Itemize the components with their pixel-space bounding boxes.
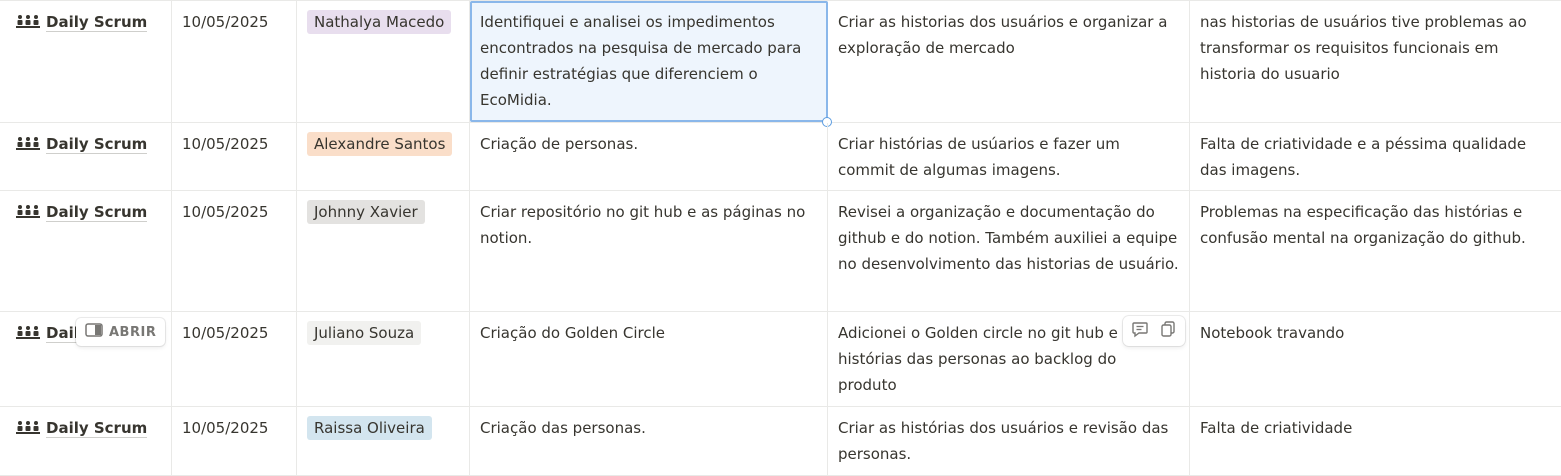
person-cell[interactable]: Nathalya Macedo [297,1,470,122]
person-cell[interactable]: Alexandre Santos [297,123,470,190]
will-do-cell[interactable]: Criar as historias dos usuários e organi… [828,1,1190,122]
did-cell[interactable]: Criar repositório no git hub e as página… [470,191,828,311]
date-cell[interactable]: 10/05/2025 [172,312,297,406]
open-button-label: ABRIR [109,324,157,340]
title-cell[interactable]: Daily Scrum [0,123,172,190]
side-peek-icon [85,323,103,341]
blockers-cell[interactable]: Notebook travando [1190,312,1561,406]
did-cell[interactable]: Criação do Golden Circle [470,312,828,406]
date-cell[interactable]: 10/05/2025 [172,123,297,190]
will-do-cell[interactable]: Criar as histórias dos usuários e revisã… [828,407,1190,475]
meeting-people-icon [16,9,40,35]
cell-hover-toolbar [1123,316,1185,346]
person-tag: Alexandre Santos [307,132,453,156]
meeting-people-icon [16,131,40,157]
row-title[interactable]: Dail [46,320,79,346]
date-cell[interactable]: 10/05/2025 [172,1,297,122]
meeting-people-icon [16,199,40,225]
row-title[interactable]: Daily Scrum [46,9,147,35]
copy-icon[interactable] [1159,320,1177,342]
blockers-cell[interactable]: Falta de criatividade [1190,407,1561,475]
daily-scrum-table: Daily Scrum 10/05/2025 Nathalya Macedo I… [0,0,1561,476]
blockers-cell[interactable]: Problemas na especificação das histórias… [1190,191,1561,311]
blockers-cell[interactable]: nas historias de usuários tive problemas… [1190,1,1561,122]
blockers-cell[interactable]: Falta de criatividade e a péssima qualid… [1190,123,1561,190]
table-row[interactable]: Daily Scrum 10/05/2025 Alexandre Santos … [0,123,1561,191]
person-cell[interactable]: Raissa Oliveira [297,407,470,475]
person-cell[interactable]: Juliano Souza [297,312,470,406]
comment-icon[interactable] [1131,320,1149,342]
row-title[interactable]: Daily Scrum [46,415,147,441]
title-cell[interactable]: Daily Scrum [0,407,172,475]
did-text: Identifiquei e analisei os impedimentos … [480,13,802,109]
table-row[interactable]: Daily Scrum 10/05/2025 Johnny Xavier Cri… [0,191,1561,312]
table-row[interactable]: Dail 10/05/2025 Juliano Souza Criação do… [0,312,1561,407]
date-cell[interactable]: 10/05/2025 [172,407,297,475]
did-cell[interactable]: Criação das personas. [470,407,828,475]
will-do-cell[interactable]: Revisei a organização e documentação do … [828,191,1190,311]
date-cell[interactable]: 10/05/2025 [172,191,297,311]
person-cell[interactable]: Johnny Xavier [297,191,470,311]
title-cell[interactable]: Daily Scrum [0,191,172,311]
row-title[interactable]: Daily Scrum [46,199,147,225]
open-button[interactable]: ABRIR [76,318,166,346]
title-cell[interactable]: Daily Scrum [0,1,172,122]
person-tag: Raissa Oliveira [307,416,432,440]
did-cell-selected[interactable]: Identifiquei e analisei os impedimentos … [470,1,832,127]
person-tag: Nathalya Macedo [307,10,452,34]
will-do-cell[interactable]: Criar histórias de usúarios e fazer um c… [828,123,1190,190]
person-tag: Johnny Xavier [307,200,425,224]
meeting-people-icon [16,415,40,441]
table-row[interactable]: Daily Scrum 10/05/2025 Raissa Oliveira C… [0,407,1561,476]
meeting-people-icon [16,320,40,346]
did-cell[interactable]: Criação de personas. [470,123,828,190]
table-row[interactable]: Daily Scrum 10/05/2025 Nathalya Macedo I… [0,0,1561,127]
row-title[interactable]: Daily Scrum [46,131,147,157]
person-tag: Juliano Souza [307,321,422,345]
